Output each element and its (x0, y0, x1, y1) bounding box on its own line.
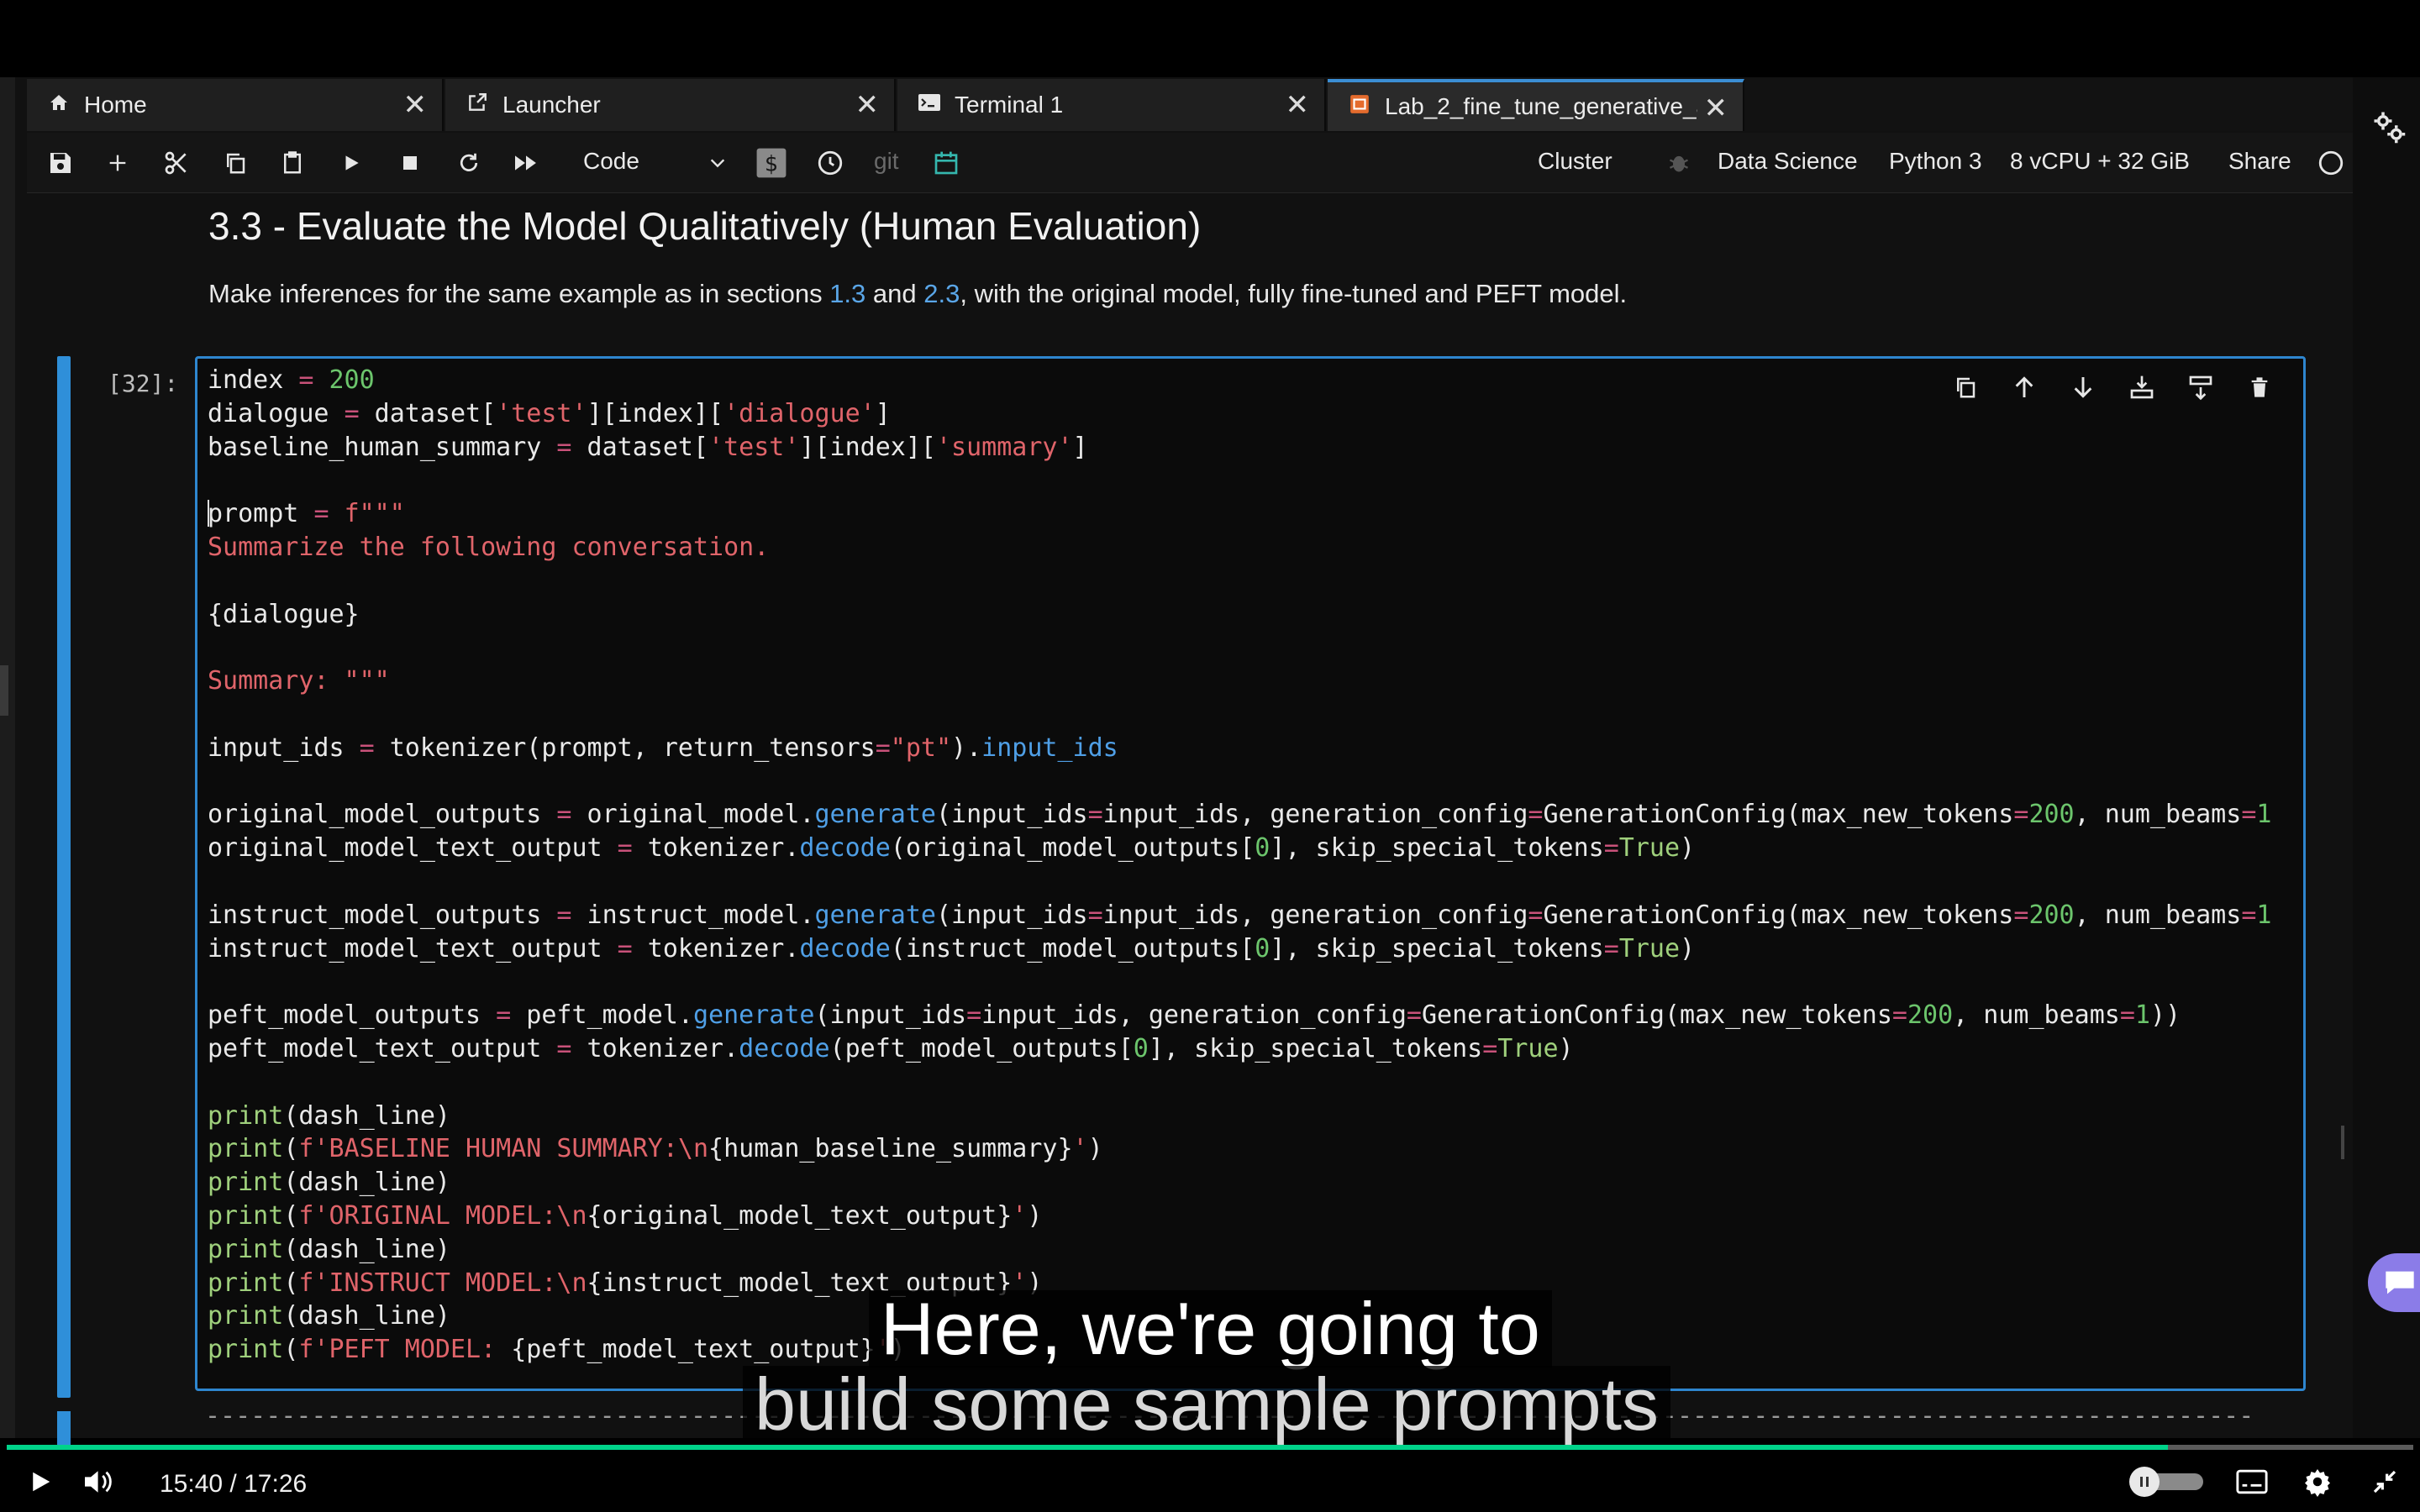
insert-cell-below-icon[interactable] (2186, 372, 2216, 402)
arrow-down-icon[interactable] (2068, 372, 2098, 402)
cell-type-select[interactable]: Code (583, 148, 639, 175)
duration: 17:26 (244, 1470, 308, 1498)
play-icon[interactable] (22, 1463, 59, 1500)
tab-home[interactable]: Home ✕ (27, 79, 444, 131)
output-cell-indicator[interactable] (57, 1411, 71, 1445)
svg-text:$: $ (765, 151, 778, 176)
section-description: Make inferences for the same example as … (208, 279, 1628, 308)
git-button[interactable]: git (874, 148, 899, 175)
tab-bar: Home ✕ Launcher ✕ Terminal 1 ✕ Lab_2_fin… (27, 79, 2353, 131)
scrollbar[interactable] (2341, 1126, 2344, 1159)
paste-icon[interactable] (274, 144, 311, 181)
section-heading: 3.3 - Evaluate the Model Qualitatively (… (208, 204, 1202, 248)
stop-icon[interactable] (392, 144, 429, 181)
cell-toolbar (1950, 372, 2275, 402)
instance-label[interactable]: 8 vCPU + 32 GiB (2010, 148, 2190, 175)
volume-icon[interactable] (81, 1463, 118, 1500)
tab-label: Terminal 1 (955, 92, 1064, 118)
run-icon[interactable] (333, 144, 370, 181)
caption-line: Here, we're going to (869, 1290, 1552, 1368)
cut-icon[interactable] (158, 144, 195, 181)
video-player-controls: 15:40 / 17:26 (0, 1452, 2420, 1512)
close-icon[interactable]: ✕ (855, 89, 880, 121)
add-cell-icon[interactable] (99, 144, 136, 181)
insert-cell-above-icon[interactable] (2127, 372, 2157, 402)
tab-label: Home (84, 92, 147, 118)
tab-terminal[interactable]: Terminal 1 ✕ (897, 79, 1326, 131)
copy-icon[interactable] (217, 144, 254, 181)
caption-line: build some sample prompts (743, 1366, 1671, 1443)
kernel-image-label[interactable]: Data Science (1718, 148, 1858, 175)
save-icon[interactable] (42, 144, 79, 181)
close-icon[interactable]: ✕ (403, 89, 428, 121)
subtitles-icon[interactable] (2233, 1463, 2270, 1500)
tab-label: Lab_2_fine_tune_generative_a (1385, 93, 1697, 119)
left-sidebar-edge[interactable] (0, 77, 15, 1438)
exit-fullscreen-icon[interactable] (2366, 1463, 2403, 1500)
terminal-dollar-icon[interactable]: $ (753, 144, 790, 181)
video-time: 15:40 / 17:26 (160, 1470, 308, 1498)
calendar-icon[interactable] (928, 144, 965, 181)
tab-launcher[interactable]: Launcher ✕ (445, 79, 896, 131)
notebook-panel: 3.3 - Evaluate the Model Qualitatively (… (27, 195, 2353, 1445)
fast-forward-icon[interactable] (508, 144, 544, 181)
chat-icon[interactable] (2368, 1253, 2420, 1312)
video-progress-fill (7, 1445, 2168, 1450)
pause-icon (2129, 1467, 2160, 1497)
notebook-icon (1344, 93, 1375, 121)
video-progress-bar[interactable] (7, 1445, 2413, 1450)
section-link[interactable]: 2.3 (923, 279, 960, 308)
clock-icon[interactable] (812, 144, 849, 181)
screen: Home ✕ Launcher ✕ Terminal 1 ✕ Lab_2_fin… (0, 0, 2420, 1512)
section-link[interactable]: 1.3 (829, 279, 865, 308)
code-editor[interactable]: index = 200 dialogue = dataset['test'][in… (208, 364, 2300, 1367)
tab-label: Launcher (502, 92, 601, 118)
share-button[interactable]: Share (2228, 148, 2291, 175)
active-cell-indicator[interactable] (57, 356, 71, 1398)
kernel-status-icon (2312, 144, 2349, 181)
terminal-icon (914, 92, 944, 118)
current-time: 15:40 (160, 1470, 224, 1498)
kernel-label[interactable]: Python 3 (1889, 148, 1982, 175)
restart-icon[interactable] (450, 144, 487, 181)
tab-notebook[interactable]: Lab_2_fine_tune_generative_a ✕ (1328, 79, 1744, 131)
settings-gear-icon[interactable] (2299, 1463, 2336, 1500)
chevron-down-icon[interactable] (699, 144, 736, 181)
external-link-icon (462, 92, 492, 119)
duplicate-cell-icon[interactable] (1950, 372, 1981, 402)
home-icon (44, 92, 74, 118)
execution-count: [32]: (108, 370, 179, 397)
delete-icon[interactable] (2244, 372, 2275, 402)
close-icon[interactable]: ✕ (1704, 92, 1728, 124)
bug-icon (1660, 144, 1697, 181)
autoplay-toggle[interactable] (2129, 1467, 2207, 1497)
right-sidebar (2353, 77, 2420, 1438)
arrow-up-icon[interactable] (2009, 372, 2039, 402)
notebook-toolbar: Code $ git Cluster Data Science Python 3… (27, 133, 2353, 193)
code-cell[interactable]: index = 200 dialogue = dataset['test'][in… (195, 356, 2306, 1391)
cluster-button[interactable]: Cluster (1538, 148, 1612, 175)
close-icon[interactable]: ✕ (1286, 89, 1310, 121)
settings-gears-icon[interactable] (2371, 109, 2407, 144)
